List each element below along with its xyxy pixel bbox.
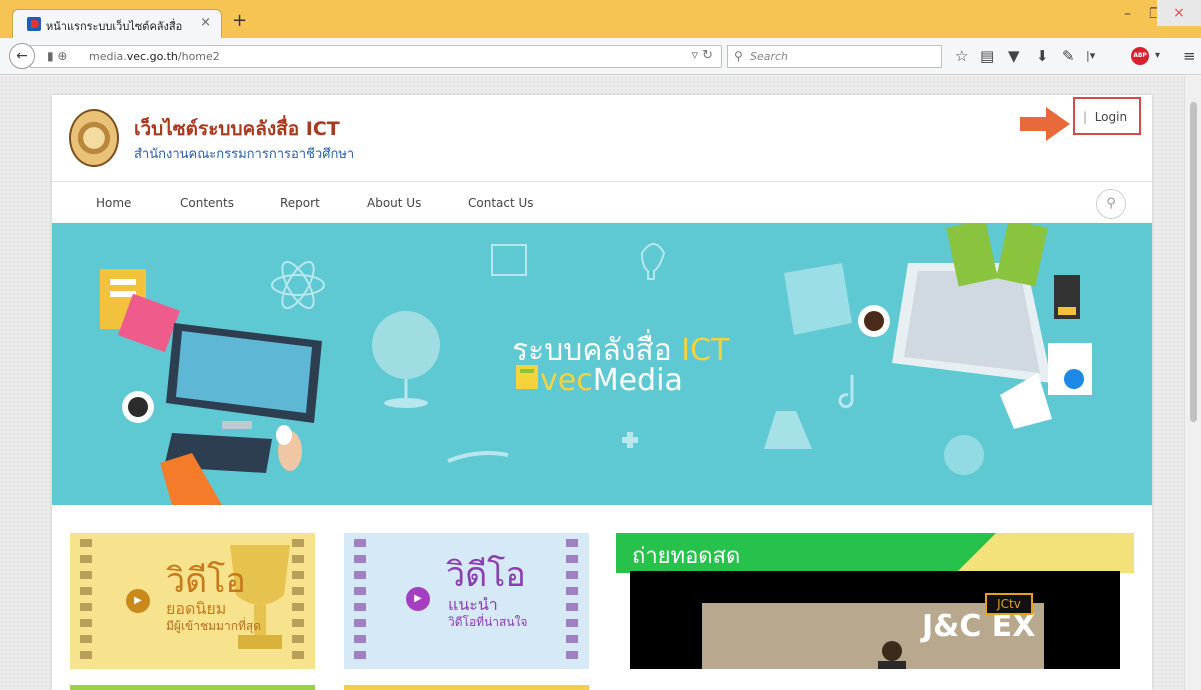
live-title: ถ่ายทอดสด (632, 544, 741, 569)
header-stripe (956, 533, 1134, 573)
browser-nav-bar: ▮ ⊕ media.vec.go.th/home2 ▿ ↻ ← ⚲ Search… (0, 38, 1201, 75)
nav-contents[interactable]: Contents (180, 196, 234, 210)
scrollbar[interactable] (1184, 76, 1201, 690)
live-broadcast-card[interactable]: ถ่ายทอดสด J&C EX JCtv (616, 533, 1134, 669)
extension-icon[interactable]: ✎ (1062, 47, 1075, 65)
site-logo[interactable] (69, 109, 119, 167)
popular-videos-card[interactable]: ▶ วิดีโอ ยอดนิยม มีผู้เข้าชมมากที่สุด (70, 533, 315, 669)
site-search-icon[interactable]: ⚲ (1096, 189, 1126, 219)
new-tab-button[interactable]: + (232, 12, 247, 30)
site-subtitle: สำนักงานคณะกรรมการการอาชีวศึกษา (134, 147, 355, 162)
bookmark-star-icon[interactable]: ☆ (955, 47, 968, 65)
nav-contact-us[interactable]: Contact Us (468, 196, 534, 210)
play-icon[interactable]: ▶ (406, 587, 430, 611)
arrow-right-icon (1020, 107, 1070, 141)
adblock-dropdown-icon[interactable]: ▾ (1155, 47, 1160, 65)
channel-logo: JCtv (985, 593, 1033, 615)
film-strip (354, 539, 366, 667)
tab-close-icon[interactable]: × (200, 15, 211, 30)
recommended-videos-card[interactable]: ▶ วิดีโอ แนะนำ วิดีโอที่น่าสนใจ (344, 533, 589, 669)
extension-dropdown-icon[interactable]: |▾ (1086, 47, 1095, 65)
site-container: เว็บไซต์ระบบคลังสื่อ ICT สำนักงานคณะกรรม… (52, 95, 1152, 690)
presenter-figure (878, 641, 906, 669)
back-arrow-icon[interactable]: ← (9, 43, 35, 69)
site-header: เว็บไซต์ระบบคลังสื่อ ICT สำนักงานคณะกรรม… (52, 95, 1152, 181)
url-bar[interactable]: ▮ ⊕ media.vec.go.th/home2 ▿ ↻ (30, 45, 722, 68)
search-placeholder: Search (750, 50, 789, 63)
film-strip (80, 539, 92, 667)
hamburger-menu-icon[interactable]: ≡ (1183, 47, 1196, 65)
site-favicon-icon (27, 17, 41, 31)
live-header: ถ่ายทอดสด (616, 533, 1134, 573)
minimize-icon[interactable]: – (1124, 6, 1131, 22)
search-input[interactable]: ⚲ Search (727, 45, 942, 68)
reading-list-icon[interactable]: ▤ (980, 47, 994, 65)
card-caption: วิดีโอที่น่าสนใจ (448, 615, 528, 629)
nav-report[interactable]: Report (280, 196, 320, 210)
scrollbar-thumb[interactable] (1190, 102, 1197, 422)
window-close-button[interactable]: × (1157, 0, 1201, 26)
play-icon[interactable]: ▶ (126, 589, 150, 613)
browser-tab-bar: หน้าแรกระบบเว็บไซต์คลังสื่อ × + – ❐ × (0, 0, 1201, 38)
page-info-icon[interactable]: ▮ ⊕ (47, 49, 67, 63)
search-icon: ⚲ (734, 49, 743, 63)
login-button[interactable]: | Login (1073, 97, 1141, 135)
film-strip (566, 539, 578, 667)
live-video-player[interactable]: J&C EX JCtv (630, 571, 1120, 669)
banner-subtitle: vecMedia (540, 363, 683, 398)
card-caption: มีผู้เข้าชมมากที่สุด (166, 619, 261, 633)
hero-banner: ระบบคลังสื่อ ICT vecMedia (52, 223, 1152, 505)
site-nav: Home Contents Report About Us Contact Us… (52, 181, 1152, 223)
adblock-icon[interactable]: ABP (1131, 47, 1149, 65)
download-icon[interactable]: ⬇ (1036, 47, 1049, 65)
reload-icon[interactable]: ▿ ↻ (691, 48, 713, 63)
card-preview-strip (70, 685, 315, 690)
site-title: เว็บไซต์ระบบคลังสื่อ ICT (134, 118, 340, 140)
nav-about-us[interactable]: About Us (367, 196, 421, 210)
login-label: | Login (1083, 110, 1128, 124)
tab-title: หน้าแรกระบบเว็บไซต์คลังสื่อ (46, 20, 183, 33)
pocket-icon[interactable]: ▼ (1008, 47, 1020, 65)
url-text[interactable]: media.vec.go.th/home2 (89, 50, 220, 63)
card-preview-strip (344, 685, 589, 690)
browser-tab[interactable]: หน้าแรกระบบเว็บไซต์คลังสื่อ × (12, 9, 222, 38)
nav-home[interactable]: Home (96, 196, 131, 210)
